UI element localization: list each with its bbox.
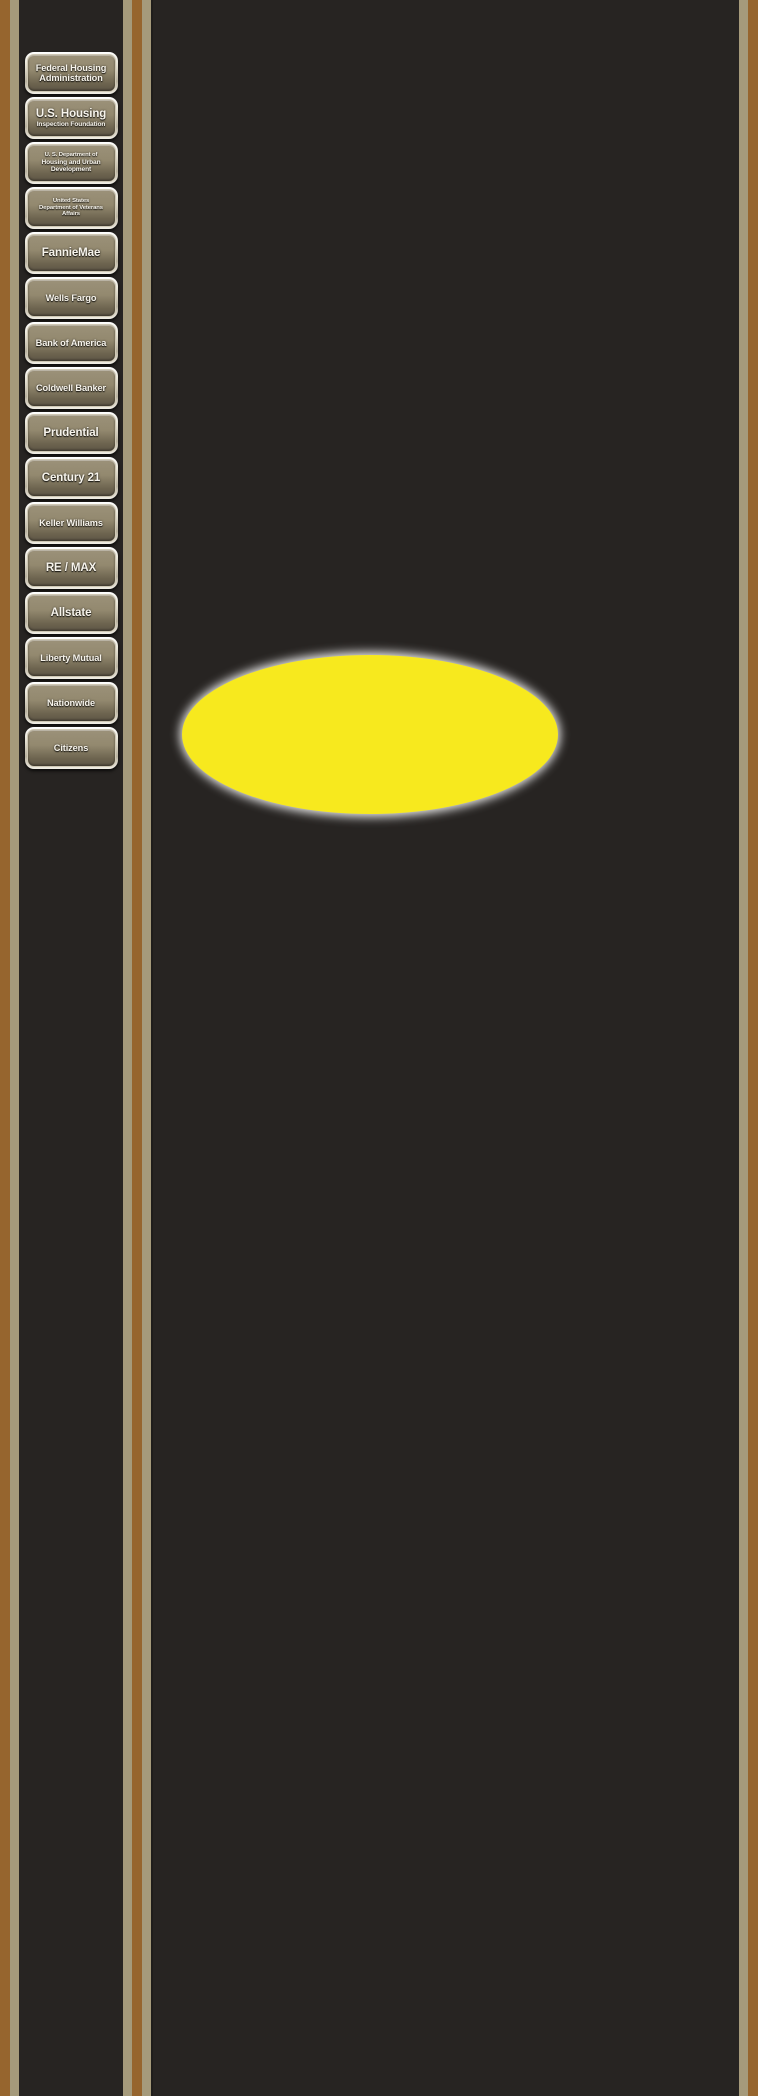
frame-stripe-divider-brown	[132, 0, 142, 2096]
sidebar-item-federal-housing-administration[interactable]: Federal Housing Administration	[24, 52, 118, 94]
frame-stripe-divider-tan-right	[142, 0, 151, 2096]
sidebar-item-citizens[interactable]: Citizens	[24, 727, 118, 769]
sidebar-item-label: Nationwide	[46, 697, 95, 708]
sidebar-item-face: Citizens	[26, 729, 116, 767]
frame-stripe-right-brown	[748, 0, 758, 2096]
sidebar-item-nationwide[interactable]: Nationwide	[24, 682, 118, 724]
sidebar-item-label: Federal Housing	[35, 62, 107, 73]
sidebar-item-label: U. S. Department of	[44, 152, 98, 159]
sidebar-item-century-21[interactable]: Century 21	[24, 457, 118, 499]
sidebar-item-keller-williams[interactable]: Keller Williams	[24, 502, 118, 544]
sidebar-item-face: United States Department of Veterans Affai…	[26, 189, 116, 227]
sidebar-item-label: FannieMae	[41, 246, 101, 259]
sidebar-item-label: Century 21	[41, 471, 101, 484]
sidebar-item-face: Federal Housing Administration	[26, 54, 116, 92]
sidebar-item-label: Wells Fargo	[45, 292, 97, 303]
sidebar-item-label: Administration	[39, 73, 103, 83]
main-content-panel	[153, 0, 739, 2096]
frame-stripe-left-tan	[10, 0, 19, 2096]
sidebar-item-label: Inspection Foundation	[36, 120, 106, 128]
sidebar-item-face: FannieMae	[26, 234, 116, 272]
sidebar-item-face: U.S. Housing Inspection Foundation	[26, 99, 116, 137]
sidebar-item-face: Coldwell Banker	[26, 369, 116, 407]
sidebar-item-label: Citizens	[53, 742, 89, 753]
sidebar-item-label: Allstate	[50, 606, 92, 619]
sidebar-item-face: RE / MAX	[26, 549, 116, 587]
sidebar-nav: Federal Housing Administration U.S. Housin…	[19, 0, 123, 2096]
sidebar-item-liberty-mutual[interactable]: Liberty Mutual	[24, 637, 118, 679]
sidebar-item-label: Affairs	[62, 211, 80, 218]
sidebar-item-face: Nationwide	[26, 684, 116, 722]
sidebar-item-label: Prudential	[43, 426, 99, 439]
sidebar-item-us-department-of-housing-and-urban-development[interactable]: U. S. Department of Housing and Urban Deve…	[24, 142, 118, 184]
sidebar-item-face: Allstate	[26, 594, 116, 632]
sidebar-item-label: Liberty Mutual	[40, 652, 102, 663]
sidebar-item-face: Prudential	[26, 414, 116, 452]
sidebar-item-fanniemae[interactable]: FannieMae	[24, 232, 118, 274]
sidebar-item-re-max[interactable]: RE / MAX	[24, 547, 118, 589]
sidebar-item-label: Development	[50, 166, 92, 174]
sidebar-item-label: Keller Williams	[39, 517, 103, 528]
sidebar-item-face: Bank of America	[26, 324, 116, 362]
frame-stripe-left-brown	[0, 0, 10, 2096]
sidebar-item-wells-fargo[interactable]: Wells Fargo	[24, 277, 118, 319]
frame-stripe-right-tan	[739, 0, 748, 2096]
sidebar-item-allstate[interactable]: Allstate	[24, 592, 118, 634]
sidebar-item-united-states-department-of-veterans-affairs[interactable]: United States Department of Veterans Affai…	[24, 187, 118, 229]
yellow-ellipse-shape[interactable]	[180, 652, 560, 817]
sidebar-item-face: Keller Williams	[26, 504, 116, 542]
sidebar-item-prudential[interactable]: Prudential	[24, 412, 118, 454]
sidebar-item-bank-of-america[interactable]: Bank of America	[24, 322, 118, 364]
sidebar-item-label: Bank of America	[35, 337, 107, 348]
sidebar-item-us-housing-inspection-foundation[interactable]: U.S. Housing Inspection Foundation	[24, 97, 118, 139]
sidebar-item-face: Liberty Mutual	[26, 639, 116, 677]
sidebar-item-coldwell-banker[interactable]: Coldwell Banker	[24, 367, 118, 409]
page-root: Federal Housing Administration U.S. Housin…	[0, 0, 758, 2096]
sidebar-item-face: Wells Fargo	[26, 279, 116, 317]
frame-stripe-divider-tan-left	[123, 0, 132, 2096]
sidebar-item-label: U.S. Housing	[35, 107, 107, 120]
sidebar-item-label: RE / MAX	[45, 561, 97, 574]
sidebar-item-face: Century 21	[26, 459, 116, 497]
sidebar-item-face: U. S. Department of Housing and Urban Deve…	[26, 144, 116, 182]
sidebar-item-label: United States	[52, 198, 90, 205]
sidebar-item-label: Coldwell Banker	[36, 382, 106, 393]
ellipse-fill	[182, 655, 558, 814]
